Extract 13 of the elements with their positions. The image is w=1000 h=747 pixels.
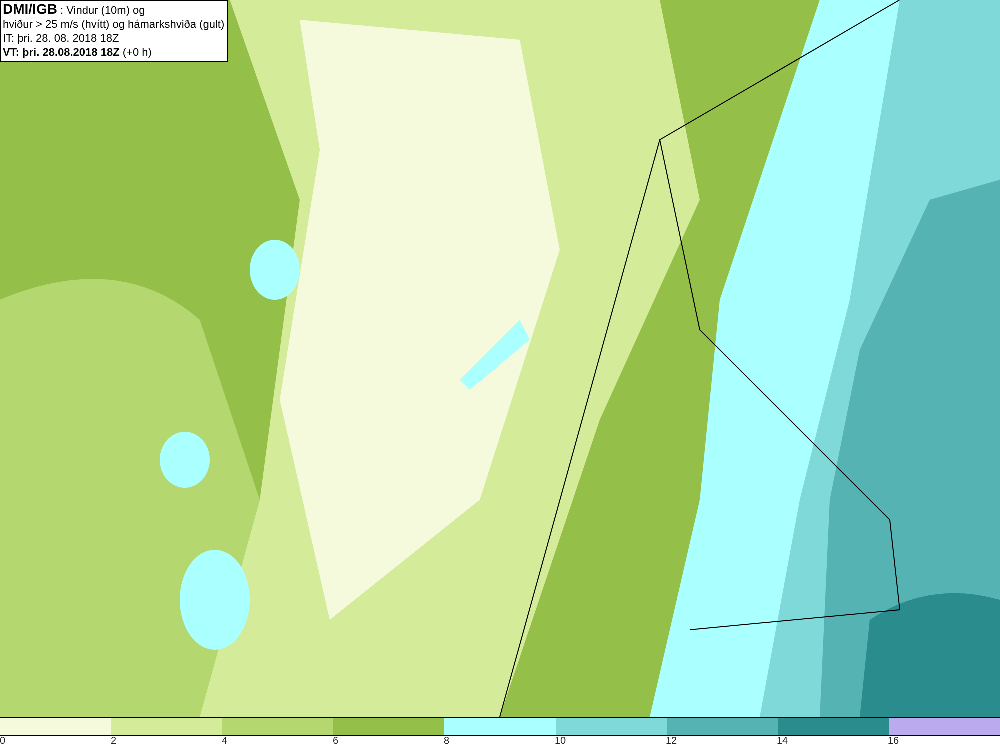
legend-tick-label: 10 — [555, 736, 566, 747]
legend-tick-label: 8 — [444, 736, 450, 747]
title-line: DMI/IGB : Vindur (10m) og — [3, 2, 146, 18]
legend-tick-label: 6 — [333, 736, 339, 747]
legend-tick-label: 0 — [0, 736, 6, 747]
legend-tick-label: 4 — [222, 736, 228, 747]
title-line: VT: þri. 28.08.2018 18Z (+0 h) — [3, 46, 153, 60]
title-line: IT: þri. 28. 08. 2018 18Z — [3, 32, 120, 46]
legend-tick-label: 12 — [666, 736, 678, 747]
legend-tick-label: 16 — [888, 736, 900, 747]
legend-tick-label: 14 — [777, 736, 788, 747]
title-line: hviður > 25 m/s (hvítt) og hámarkshviða (gult) — [3, 18, 225, 32]
legend-tick-label: 2 — [111, 736, 117, 747]
